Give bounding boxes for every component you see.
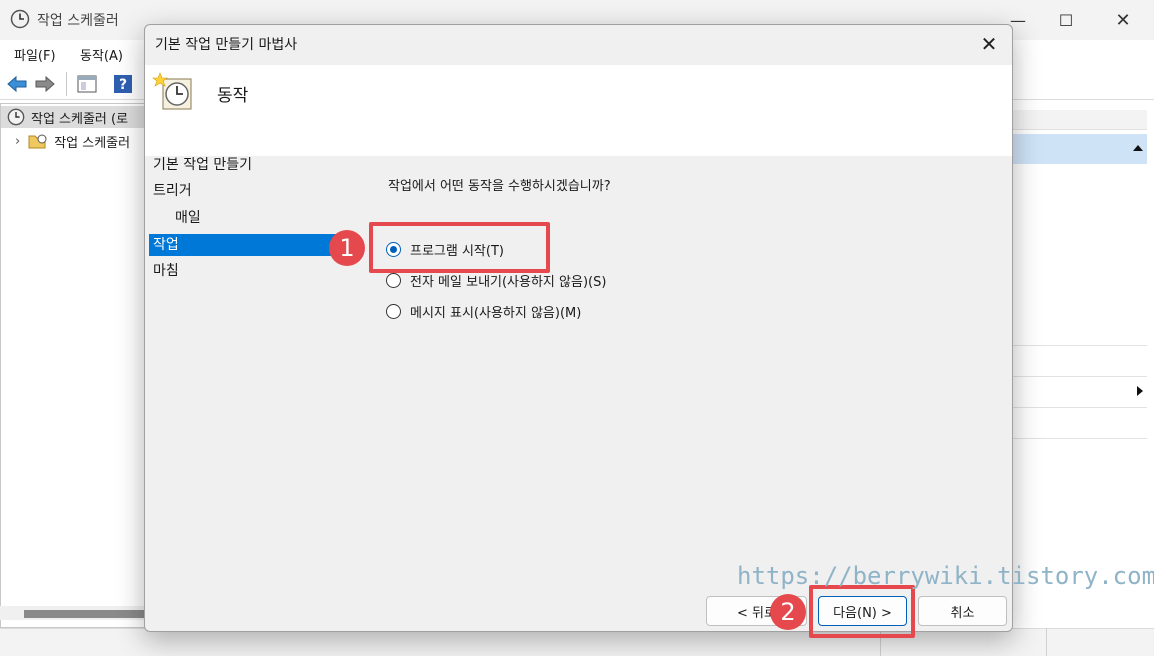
console-tree-icon[interactable] <box>76 73 98 95</box>
dialog-title: 기본 작업 만들기 마법사 <box>155 37 298 53</box>
step-finish: 마침 <box>153 263 179 279</box>
step-action: 작업 <box>149 234 339 256</box>
tree-library-label: 작업 스케줄러 <box>54 135 131 151</box>
task-clock-icon <box>152 72 192 110</box>
option-label: 메시지 표시(사용하지 않음)(M) <box>410 305 582 321</box>
option-display-message[interactable]: 메시지 표시(사용하지 않음)(M) <box>386 300 581 322</box>
radio-button[interactable] <box>386 303 401 319</box>
svg-text:?: ? <box>119 77 127 93</box>
collapse-triangle-icon[interactable] <box>1133 145 1143 151</box>
watermark-text: https://berrywiki.tistory.com <box>737 562 1154 590</box>
highlight-start-program <box>369 222 550 273</box>
status-divider <box>1046 628 1047 656</box>
chevron-right-icon[interactable]: › <box>15 134 20 149</box>
submenu-arrow-icon[interactable] <box>1137 386 1143 396</box>
step-badge-2: 2 <box>770 594 806 630</box>
step-heading: 동작 <box>217 86 249 106</box>
step-daily: 매일 <box>175 210 201 226</box>
maximize-button[interactable]: ☐ <box>1043 0 1089 40</box>
forward-arrow-icon[interactable] <box>34 73 56 95</box>
cancel-button[interactable]: 취소 <box>918 596 1007 626</box>
actions-pane <box>1012 103 1154 628</box>
tree-item-root[interactable]: 작업 스케줄러 (로 <box>1 106 151 128</box>
folder-clock-icon <box>28 134 47 149</box>
tree-root-label: 작업 스케줄러 (로 <box>31 111 129 127</box>
scrollbar-thumb[interactable] <box>24 610 144 618</box>
step-trigger: 트리거 <box>153 183 192 199</box>
clock-icon <box>10 9 30 29</box>
status-bar <box>0 628 1154 656</box>
menu-file[interactable]: 파일(F) <box>14 45 56 64</box>
menu-action[interactable]: 동작(A) <box>80 45 123 64</box>
close-window-button[interactable]: ✕ <box>1100 0 1146 40</box>
actions-section-bar[interactable] <box>1012 134 1147 164</box>
step-badge-1: 1 <box>329 230 365 266</box>
dialog-close-button[interactable]: ✕ <box>974 29 1004 59</box>
actions-divider <box>1012 438 1147 439</box>
console-tree-pane: 작업 스케줄러 (로 › 작업 스케줄러 <box>0 103 152 628</box>
clock-icon <box>7 108 25 126</box>
step-create-basic-task: 기본 작업 만들기 <box>153 157 253 173</box>
wizard-steps: 기본 작업 만들기 트리거 매일 작업 마침 <box>145 156 350 576</box>
app-title: 작업 스케줄러 <box>37 13 119 29</box>
actions-divider <box>1012 345 1147 346</box>
radio-button[interactable] <box>386 272 401 288</box>
tree-item-library[interactable]: › 작업 스케줄러 <box>1 130 151 152</box>
dialog-header: 동작 <box>145 65 1012 156</box>
action-question: 작업에서 어떤 동작을 수행하시겠습니까? <box>388 179 611 194</box>
actions-divider <box>1012 407 1147 408</box>
actions-divider <box>1012 376 1147 377</box>
actions-pane-header <box>1012 110 1147 130</box>
create-basic-task-wizard: 기본 작업 만들기 마법사 ✕ 동작 기본 작업 만들기 트리거 매일 작업 마… <box>144 24 1013 632</box>
option-label: 전자 메일 보내기(사용하지 않음)(S) <box>410 274 607 290</box>
highlight-next-button <box>809 585 915 638</box>
back-arrow-icon[interactable] <box>6 73 28 95</box>
help-icon[interactable]: ? <box>112 73 134 95</box>
toolbar-separator <box>66 72 67 96</box>
